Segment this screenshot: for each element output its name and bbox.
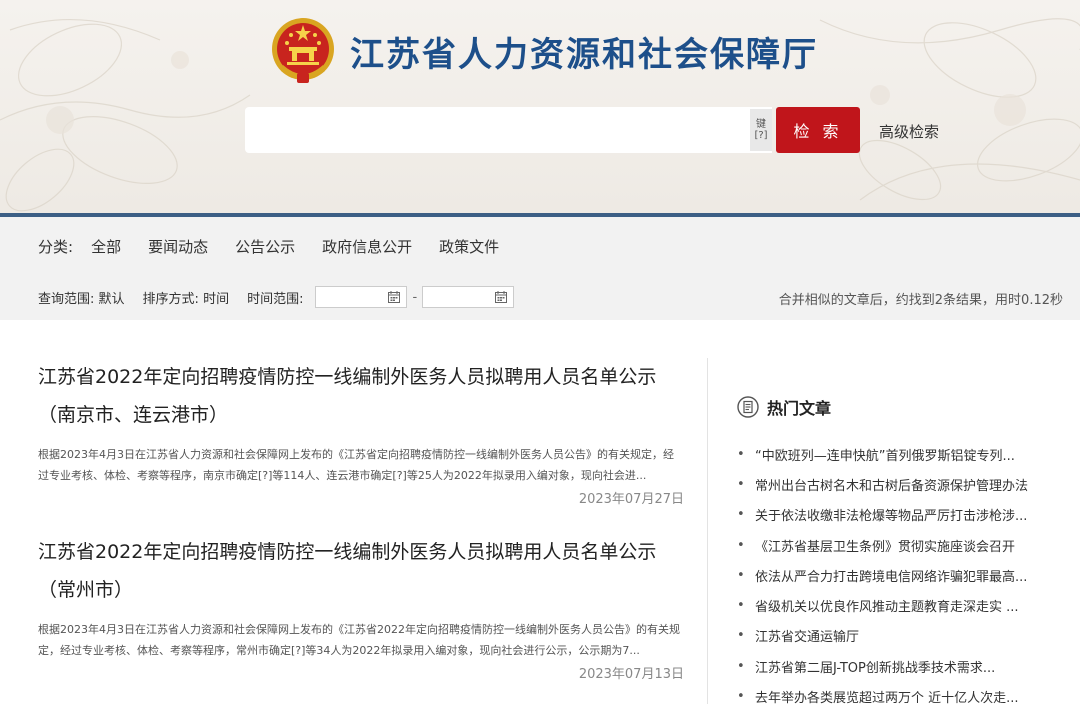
category-announcements[interactable]: 公告公示 bbox=[235, 236, 295, 257]
calendar-icon[interactable] bbox=[388, 291, 401, 303]
bullet-icon: • bbox=[737, 507, 745, 523]
bullet-icon: • bbox=[737, 658, 745, 674]
hot-article-link[interactable]: 省级机关以优良作风推动主题教育走深走实 ... bbox=[755, 596, 1019, 615]
document-list-icon bbox=[737, 396, 759, 418]
hot-article-link[interactable]: 《江苏省基层卫生条例》贯彻实施座谈会召开 bbox=[755, 536, 1015, 555]
hot-article-link[interactable]: 常州出台古树名木和古树后备资源保护管理办法 bbox=[755, 475, 1028, 494]
result-summary-text: 根据2023年4月3日在江苏省人力资源和社会保障网上发布的《江苏省定向招聘疫情防… bbox=[38, 448, 674, 482]
result-item: 江苏省2022年定向招聘疫情防控一线编制外医务人员拟聘用人员名单公示（南京市、连… bbox=[38, 358, 684, 507]
result-date: 2023年07月27日 bbox=[578, 492, 684, 507]
result-summary: 合并相似的文章后，约找到2条结果，用时0.12秒 bbox=[778, 293, 1063, 308]
hot-article-link[interactable]: 去年举办各类展览超过两万个 近十亿人次走... bbox=[755, 687, 1019, 706]
bullet-icon: • bbox=[737, 567, 745, 583]
bullet-icon: • bbox=[737, 598, 745, 614]
hot-article-link[interactable]: 江苏省第二届J-TOP创新挑战季技术需求... bbox=[755, 657, 995, 676]
category-gov-info[interactable]: 政府信息公开 bbox=[322, 236, 412, 257]
hot-article-link[interactable]: “中欧班列—连申快航”首列俄罗斯铝锭专列... bbox=[755, 445, 1015, 464]
hot-article-item[interactable]: • 常州出台古树名木和古树后备资源保护管理办法 bbox=[737, 469, 1057, 499]
hot-article-item[interactable]: • 江苏省第二届J-TOP创新挑战季技术需求... bbox=[737, 651, 1057, 681]
hot-articles-list: • “中欧班列—连申快航”首列俄罗斯铝锭专列... • 常州出台古树名木和古树后备资… bbox=[737, 439, 1057, 712]
bullet-icon: • bbox=[737, 689, 745, 705]
hot-article-link[interactable]: 江苏省交通运输厅 bbox=[755, 626, 859, 645]
hot-article-item[interactable]: • 依法从严合力打击跨境电信网络诈骗犯罪最高... bbox=[737, 560, 1057, 590]
bullet-icon: • bbox=[737, 476, 745, 492]
sort-label: 排序方式: bbox=[142, 291, 199, 307]
result-date: 2023年07月13日 bbox=[578, 667, 684, 682]
scope-label: 查询范围: bbox=[38, 291, 95, 307]
date-from-input[interactable] bbox=[315, 286, 408, 308]
keyboard-icon[interactable]: 键 [?] bbox=[750, 109, 772, 151]
bullet-icon: • bbox=[737, 446, 745, 462]
search-input[interactable] bbox=[245, 107, 772, 153]
category-all[interactable]: 全部 bbox=[91, 236, 121, 257]
keyboard-label-bottom: [?] bbox=[754, 130, 768, 141]
sort-value[interactable]: 时间 bbox=[203, 292, 229, 307]
keyboard-label-top: 键 bbox=[756, 119, 766, 130]
result-summary-text: 根据2023年4月3日在江苏省人力资源和社会保障网上发布的《江苏省2022年定向… bbox=[38, 623, 680, 657]
advanced-search-link[interactable]: 高级检索 bbox=[879, 121, 939, 142]
result-item: 江苏省2022年定向招聘疫情防控一线编制外医务人员拟聘用人员名单公示（常州市） … bbox=[38, 533, 684, 682]
hot-article-item[interactable]: • “中欧班列—连申快航”首列俄罗斯铝锭专列... bbox=[737, 439, 1057, 469]
hot-article-item[interactable]: • 去年举办各类展览超过两万个 近十亿人次走... bbox=[737, 681, 1057, 711]
hot-article-item[interactable]: • 江苏省交通运输厅 bbox=[737, 621, 1057, 651]
site-header: 江苏省人力资源和社会保障厅 键 [?] 检 索 高级检索 bbox=[0, 0, 1080, 213]
calendar-icon[interactable] bbox=[495, 291, 508, 303]
result-title[interactable]: 江苏省2022年定向招聘疫情防控一线编制外医务人员拟聘用人员名单公示（南京市、连… bbox=[38, 358, 684, 434]
date-to-input[interactable] bbox=[422, 286, 515, 308]
column-divider bbox=[707, 358, 708, 704]
category-label: 分类: bbox=[38, 238, 74, 256]
hot-articles-header: 热门文章 bbox=[737, 395, 831, 419]
category-row: 分类: 全部 要闻动态 公告公示 政府信息公开 政策文件 bbox=[38, 236, 526, 257]
sort-filter[interactable]: 排序方式: 时间 bbox=[143, 288, 230, 307]
hot-article-item[interactable]: • 省级机关以优良作风推动主题教育走深走实 ... bbox=[737, 590, 1057, 620]
scope-filter[interactable]: 查询范围: 默认 bbox=[38, 288, 125, 307]
search-button[interactable]: 检 索 bbox=[776, 107, 860, 153]
filter-panel: 分类: 全部 要闻动态 公告公示 政府信息公开 政策文件 查询范围: 默认 排序… bbox=[0, 217, 1080, 320]
hot-article-link[interactable]: 依法从严合力打击跨境电信网络诈骗犯罪最高... bbox=[755, 566, 1027, 585]
site-title: 江苏省人力资源和社会保障厅 bbox=[350, 35, 818, 75]
national-emblem-icon bbox=[272, 18, 334, 83]
hot-article-item[interactable]: • 关于依法收缴非法枪爆等物品严厉打击涉枪涉... bbox=[737, 500, 1057, 530]
bullet-icon: • bbox=[737, 628, 745, 644]
scope-value[interactable]: 默认 bbox=[99, 292, 125, 307]
category-news[interactable]: 要闻动态 bbox=[148, 236, 208, 257]
hot-article-item[interactable]: • 《江苏省基层卫生条例》贯彻实施座谈会召开 bbox=[737, 530, 1057, 560]
bullet-icon: • bbox=[737, 537, 745, 553]
range-row: 查询范围: 默认 排序方式: 时间 时间范围: - bbox=[38, 285, 515, 309]
time-range-label: 时间范围: bbox=[247, 291, 304, 307]
range-separator: - bbox=[412, 289, 418, 305]
hot-articles-title: 热门文章 bbox=[767, 399, 832, 418]
result-title[interactable]: 江苏省2022年定向招聘疫情防控一线编制外医务人员拟聘用人员名单公示（常州市） bbox=[38, 533, 684, 609]
hot-article-link[interactable]: 关于依法收缴非法枪爆等物品严厉打击涉枪涉... bbox=[755, 505, 1027, 524]
category-policy[interactable]: 政策文件 bbox=[439, 236, 499, 257]
